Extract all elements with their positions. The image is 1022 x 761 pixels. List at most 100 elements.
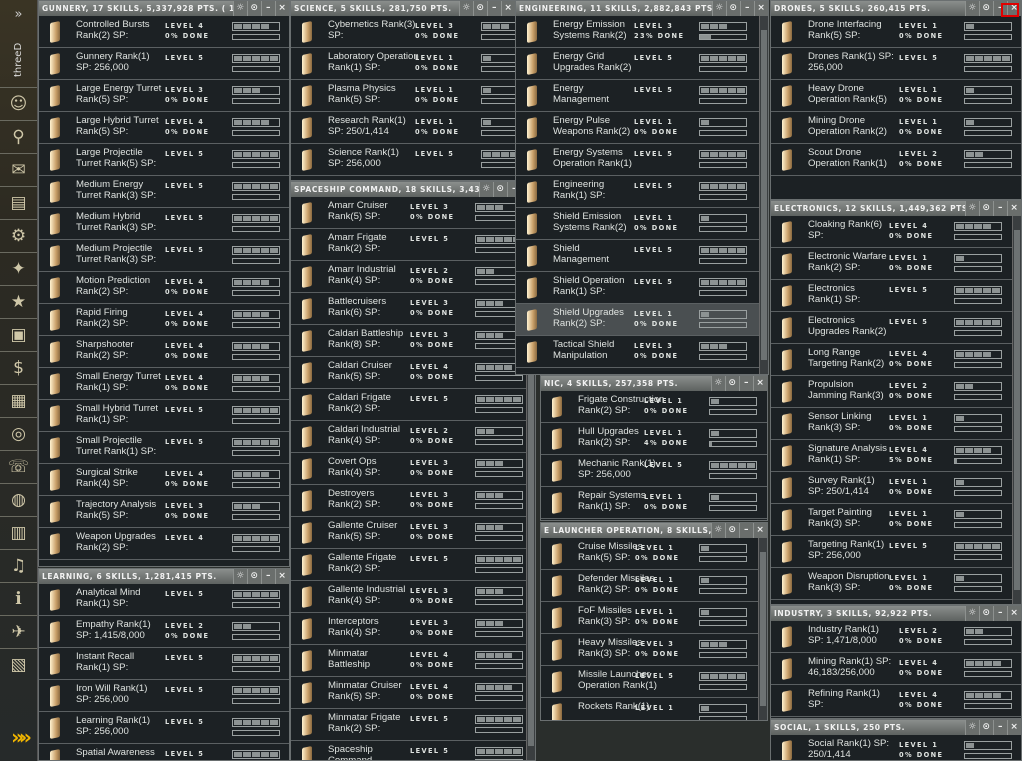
skill-row[interactable]: Gallente Frigate Rank(2) SP: LEVEL 5 bbox=[291, 549, 535, 581]
options-icon[interactable]: ☼ bbox=[712, 1, 726, 16]
skill-row[interactable]: Research Rank(1) SP: 250/1,414 LEVEL 1 0% D… bbox=[291, 112, 515, 144]
skill-row[interactable]: Large Projectile Turret Rank(5) SP: LEVEL … bbox=[39, 144, 289, 176]
skill-row[interactable]: Long Range Targeting Rank(2) LEVEL 4 0% DON… bbox=[771, 344, 1021, 376]
mail-icon[interactable]: ✉ bbox=[0, 153, 37, 186]
skill-row[interactable]: Caldari Battleship Rank(8) SP: LEVEL 3 0% D… bbox=[291, 325, 535, 357]
options-icon[interactable]: ☼ bbox=[965, 720, 979, 735]
panel-header[interactable]: SCIENCE, 5 SKILLS, 281,750 PTS. ☼ ⊙ – × bbox=[291, 1, 515, 16]
scrollbar[interactable] bbox=[759, 16, 768, 374]
skill-row[interactable]: Energy Emission Systems Rank(2) LEVEL 3 23%… bbox=[516, 16, 768, 48]
options-icon[interactable]: ☼ bbox=[965, 201, 979, 216]
skill-row[interactable]: Shield Operation Rank(1) SP: LEVEL 5 bbox=[516, 272, 768, 304]
skill-row[interactable]: Shield Upgrades Rank(2) SP: LEVEL 1 0% DONE bbox=[516, 304, 768, 336]
skill-row[interactable]: Interceptors Rank(4) SP: LEVEL 3 0% DONE bbox=[291, 613, 535, 645]
skill-row[interactable]: Target Painting Rank(3) SP: LEVEL 1 0% DONE bbox=[771, 504, 1021, 536]
skill-row[interactable]: Science Rank(1) SP: 256,000 LEVEL 5 bbox=[291, 144, 515, 176]
skill-row[interactable]: Amarr Frigate Rank(2) SP: LEVEL 5 bbox=[291, 229, 535, 261]
options-icon[interactable]: ☼ bbox=[711, 376, 725, 391]
skill-row[interactable]: Energy Grid Upgrades Rank(2) LEVEL 5 bbox=[516, 48, 768, 80]
close-button[interactable]: × bbox=[754, 1, 768, 16]
skill-row[interactable]: Repair Systems Rank(1) SP: LEVEL 1 0% DONE bbox=[541, 487, 767, 519]
pin-icon[interactable]: ⊙ bbox=[979, 606, 993, 621]
skill-row[interactable]: Learning Rank(1) SP: 256,000 LEVEL 5 bbox=[39, 712, 289, 744]
audio-icon[interactable]: ♫ bbox=[0, 549, 37, 582]
skill-row[interactable]: Propulsion Jamming Rank(3) LEVEL 2 0% DONE bbox=[771, 376, 1021, 408]
expand-sidebar-button[interactable]: » bbox=[0, 0, 37, 32]
minimize-button[interactable]: – bbox=[739, 376, 753, 391]
scanner-icon[interactable]: ◍ bbox=[0, 483, 37, 516]
close-button[interactable]: × bbox=[1007, 201, 1021, 216]
skill-row[interactable]: Surgical Strike Rank(4) SP: LEVEL 4 0% DONE bbox=[39, 464, 289, 496]
item-hangar-icon[interactable]: ▧ bbox=[0, 648, 37, 681]
skill-row[interactable]: Battlecruisers Rank(6) SP: LEVEL 3 0% DONE bbox=[291, 293, 535, 325]
skill-row[interactable]: Minmatar Cruiser Rank(5) SP: LEVEL 4 0% DON… bbox=[291, 677, 535, 709]
skill-row[interactable]: Medium Energy Turret Rank(3) SP: LEVEL 5 bbox=[39, 176, 289, 208]
skill-row[interactable]: Shield Emission Systems Rank(2) LEVEL 1 0% … bbox=[516, 208, 768, 240]
skill-row[interactable]: Instant Recall Rank(1) SP: LEVEL 5 bbox=[39, 648, 289, 680]
skill-row[interactable]: Survey Rank(1) SP: 250/1,414 LEVEL 1 0% DON… bbox=[771, 472, 1021, 504]
skill-row[interactable]: Small Projectile Turret Rank(1) SP: LEVEL … bbox=[39, 432, 289, 464]
minimize-button[interactable]: – bbox=[739, 523, 753, 538]
minimize-button[interactable]: – bbox=[740, 1, 754, 16]
skill-row[interactable]: Industry Rank(1) SP: 1,471/8,000 LEVEL 2 0%… bbox=[771, 621, 1021, 653]
skill-row[interactable]: Signature Analysis Rank(1) SP: LEVEL 4 5% D… bbox=[771, 440, 1021, 472]
skill-row[interactable]: Amarr Cruiser Rank(5) SP: LEVEL 3 0% DONE bbox=[291, 197, 535, 229]
panel-header[interactable]: ELECTRONICS, 12 SKILLS, 1,449,362 PTS. ☼ ⊙… bbox=[771, 201, 1021, 216]
skill-row[interactable]: Analytical Mind Rank(1) SP: LEVEL 5 bbox=[39, 584, 289, 616]
options-icon[interactable]: ☼ bbox=[479, 182, 493, 197]
fitting-icon[interactable]: ⚙ bbox=[0, 219, 37, 252]
skill-row[interactable]: Gallente Industrial Rank(4) SP: LEVEL 3 0% … bbox=[291, 581, 535, 613]
skill-row[interactable]: Drones Rank(1) SP: 256,000 LEVEL 5 bbox=[771, 48, 1021, 80]
close-button[interactable]: × bbox=[275, 569, 289, 584]
skill-row[interactable]: Engineering Rank(1) SP: LEVEL 5 bbox=[516, 176, 768, 208]
pin-icon[interactable]: ⊙ bbox=[726, 1, 740, 16]
skill-row[interactable]: Spatial Awareness LEVEL 5 bbox=[39, 744, 289, 760]
skill-row[interactable]: Mining Rank(1) SP: 46,183/256,000 LEVEL 4 0… bbox=[771, 653, 1021, 685]
skill-row[interactable]: Rapid Firing Rank(2) SP: LEVEL 4 0% DONE bbox=[39, 304, 289, 336]
minimize-button[interactable]: – bbox=[487, 1, 501, 16]
pin-icon[interactable]: ⊙ bbox=[979, 201, 993, 216]
skill-row[interactable]: Frigate Construction Rank(2) SP: LEVEL 1 0%… bbox=[541, 391, 767, 423]
skill-row[interactable]: Mining Drone Operation Rank(2) LEVEL 1 0% D… bbox=[771, 112, 1021, 144]
character-sheet-icon[interactable]: ☺ bbox=[0, 87, 37, 120]
market-icon[interactable]: ▥ bbox=[0, 516, 37, 549]
wallet-icon[interactable]: $ bbox=[0, 351, 37, 384]
corporation-icon[interactable]: ★ bbox=[0, 285, 37, 318]
minimize-button[interactable]: – bbox=[993, 606, 1007, 621]
panel-header[interactable]: SOCIAL, 1 SKILLS, 250 PTS. ☼ ⊙ – × bbox=[771, 720, 1021, 735]
panel-header[interactable]: INDUSTRY, 3 SKILLS, 92,922 PTS. ☼ ⊙ – × bbox=[771, 606, 1021, 621]
minimize-button[interactable]: – bbox=[993, 201, 1007, 216]
more-chevron-icon[interactable]: »» bbox=[0, 725, 38, 749]
panel-header[interactable]: NIC, 4 SKILLS, 257,358 PTS. ☼ ⊙ – × bbox=[541, 376, 767, 391]
skill-row[interactable]: Gallente Cruiser Rank(5) SP: LEVEL 3 0% DON… bbox=[291, 517, 535, 549]
skill-row[interactable]: Motion Prediction Rank(2) SP: LEVEL 4 0% DO… bbox=[39, 272, 289, 304]
skill-row[interactable]: Large Energy Turret Rank(5) SP: LEVEL 3 0% … bbox=[39, 80, 289, 112]
skill-row[interactable]: Heavy Missiles Rank(3) SP: LEVEL 3 0% DONE bbox=[541, 634, 767, 666]
ship-hangar-icon[interactable]: ✈ bbox=[0, 615, 37, 648]
skill-row[interactable]: Caldari Industrial Rank(4) SP: LEVEL 2 0% D… bbox=[291, 421, 535, 453]
people-places-icon[interactable]: ⚲ bbox=[0, 120, 37, 153]
skill-row[interactable]: Destroyers Rank(2) SP: LEVEL 3 0% DONE bbox=[291, 485, 535, 517]
close-button[interactable]: × bbox=[753, 523, 767, 538]
skill-row[interactable]: Sharpshooter Rank(2) SP: LEVEL 4 0% DONE bbox=[39, 336, 289, 368]
pin-icon[interactable]: ⊙ bbox=[979, 720, 993, 735]
skill-row[interactable]: Missile Launcher Operation Rank(1) LEVEL 5 bbox=[541, 666, 767, 698]
notepad-icon[interactable]: ▤ bbox=[0, 186, 37, 219]
skill-row[interactable]: Weapon Disruption Rank(3) SP: LEVEL 1 0% DO… bbox=[771, 568, 1021, 600]
skill-row[interactable]: Defender Missiles Rank(2) SP: LEVEL 1 0% DO… bbox=[541, 570, 767, 602]
minimize-button[interactable]: – bbox=[261, 569, 275, 584]
pin-icon[interactable]: ⊙ bbox=[473, 1, 487, 16]
skill-row[interactable]: Empathy Rank(1) SP: 1,415/8,000 LEVEL 2 0% … bbox=[39, 616, 289, 648]
skill-row[interactable]: Social Rank(1) SP: 250/1,414 LEVEL 1 0% DON… bbox=[771, 735, 1021, 760]
skill-row[interactable]: Electronics Upgrades Rank(2) LEVEL 5 bbox=[771, 312, 1021, 344]
skill-row[interactable]: Weapon Upgrades Rank(2) SP: LEVEL 4 bbox=[39, 528, 289, 560]
skill-row[interactable]: Rockets Rank(1) LEVEL 1 bbox=[541, 698, 767, 720]
pin-icon[interactable]: ⊙ bbox=[725, 376, 739, 391]
skill-row[interactable]: Medium Hybrid Turret Rank(3) SP: LEVEL 5 bbox=[39, 208, 289, 240]
skill-row[interactable]: Heavy Drone Operation Rank(5) LEVEL 1 0% DO… bbox=[771, 80, 1021, 112]
skill-row[interactable]: Spaceship Command LEVEL 5 bbox=[291, 741, 535, 760]
skill-row[interactable]: Caldari Cruiser Rank(5) SP: LEVEL 4 0% DONE bbox=[291, 357, 535, 389]
panel-header[interactable]: E LAUNCHER OPERATION, 8 SKILLS, 374,260 … bbox=[541, 523, 767, 538]
scrollbar[interactable] bbox=[1012, 216, 1021, 604]
options-icon[interactable]: ☼ bbox=[965, 1, 979, 16]
